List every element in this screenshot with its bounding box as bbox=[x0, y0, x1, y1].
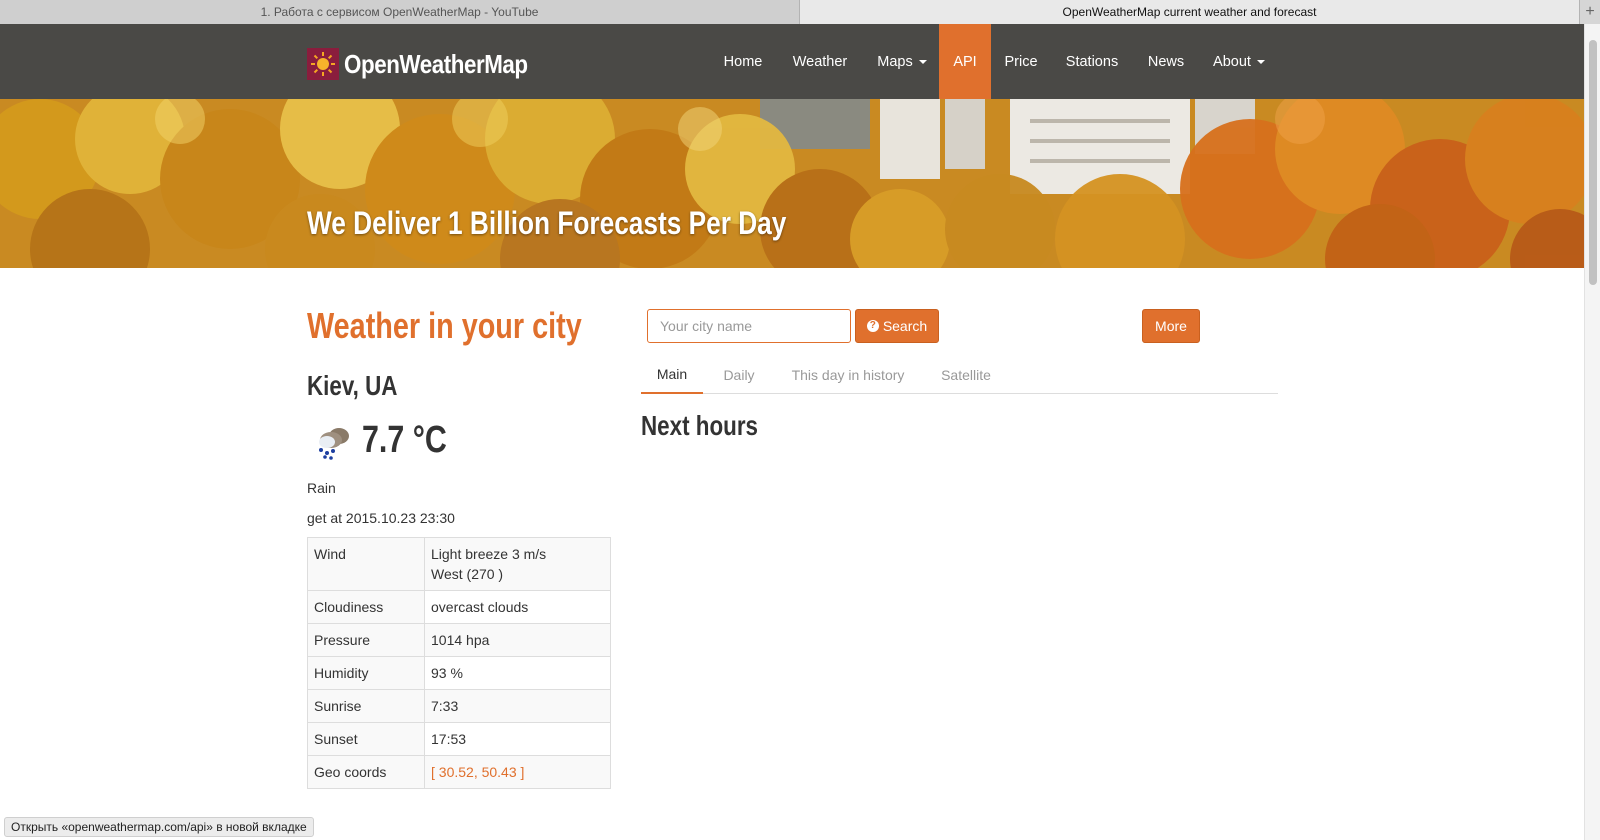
browser-tab-title: 1. Работа с сервисом OpenWeatherMap - Yo… bbox=[260, 5, 539, 19]
navbar: OpenWeatherMap Home Weather Maps API Pri… bbox=[0, 24, 1584, 99]
weather-description: Rain bbox=[307, 480, 336, 496]
table-row: Wind Light breeze 3 m/s West (270 ) bbox=[307, 537, 611, 591]
nav-label: Home bbox=[723, 53, 763, 70]
nav-about[interactable]: About bbox=[1202, 24, 1276, 99]
nav-maps[interactable]: Maps bbox=[866, 24, 938, 99]
table-row: Sunset 17:53 bbox=[307, 722, 611, 756]
nav-label: News bbox=[1147, 53, 1185, 70]
table-row: Geo coords [ 30.52, 50.43 ] bbox=[307, 755, 611, 789]
row-key: Wind bbox=[307, 537, 425, 591]
hero-banner: We Deliver 1 Billion Forecasts Per Day bbox=[0, 99, 1584, 268]
chevron-down-icon bbox=[1256, 59, 1265, 64]
nav-label: Weather bbox=[792, 53, 848, 70]
hero-title: We Deliver 1 Billion Forecasts Per Day bbox=[307, 205, 787, 241]
wind-speed: Light breeze 3 m/s bbox=[431, 546, 547, 562]
tab-label: Daily bbox=[723, 367, 755, 383]
fetched-time: get at 2015.10.23 23:30 bbox=[307, 510, 455, 526]
search-button[interactable]: ? Search bbox=[855, 309, 939, 343]
row-key: Cloudiness bbox=[307, 590, 425, 624]
city-name: Kiev, UA bbox=[307, 370, 398, 401]
nav-label: Maps bbox=[877, 53, 913, 70]
more-button-label: More bbox=[1155, 318, 1187, 334]
brand-name: OpenWeatherMap bbox=[344, 48, 528, 79]
nav-api[interactable]: API bbox=[939, 24, 991, 99]
rain-cloud-icon bbox=[311, 420, 355, 460]
chevron-down-icon bbox=[918, 59, 927, 64]
tab-label: Main bbox=[656, 366, 688, 382]
scrollbar-thumb[interactable] bbox=[1589, 40, 1597, 285]
browser-tab-openweathermap[interactable]: OpenWeatherMap current weather and forec… bbox=[800, 0, 1580, 24]
nav-stations[interactable]: Stations bbox=[1055, 24, 1129, 99]
table-row: Humidity 93 % bbox=[307, 656, 611, 690]
row-value: 17:53 bbox=[424, 722, 611, 756]
row-key: Humidity bbox=[307, 656, 425, 690]
browser-tab-title: OpenWeatherMap current weather and forec… bbox=[1062, 5, 1317, 19]
tab-daily[interactable]: Daily bbox=[709, 356, 769, 394]
forecast-tabs: Main Daily This day in history Satellite bbox=[641, 356, 1278, 394]
sun-icon bbox=[307, 48, 339, 80]
next-hours-heading: Next hours bbox=[641, 410, 758, 441]
nav-label: About bbox=[1213, 53, 1251, 70]
city-search-input[interactable] bbox=[647, 309, 851, 343]
browser-tab-youtube[interactable]: 1. Работа с сервисом OpenWeatherMap - Yo… bbox=[0, 0, 800, 24]
tab-label: This day in history bbox=[791, 367, 905, 383]
weather-heading: Weather in your city bbox=[307, 305, 582, 346]
table-row: Sunrise 7:33 bbox=[307, 689, 611, 723]
table-row: Cloudiness overcast clouds bbox=[307, 590, 611, 624]
browser-tab-strip: 1. Работа с сервисом OpenWeatherMap - Yo… bbox=[0, 0, 1600, 24]
tab-this-day-in-history[interactable]: This day in history bbox=[780, 356, 916, 394]
nav-label: Price bbox=[1004, 53, 1038, 70]
question-circle-icon: ? bbox=[866, 320, 879, 332]
row-value: 93 % bbox=[424, 656, 611, 690]
page-scrollbar[interactable] bbox=[1584, 24, 1600, 840]
nav-weather[interactable]: Weather bbox=[780, 24, 860, 99]
table-row: Pressure 1014 hpa bbox=[307, 623, 611, 657]
row-key: Sunrise bbox=[307, 689, 425, 723]
row-value: overcast clouds bbox=[424, 590, 611, 624]
nav-label: Stations bbox=[1065, 53, 1119, 70]
row-value: 1014 hpa bbox=[424, 623, 611, 657]
temperature: 7.7 °C bbox=[362, 419, 447, 461]
browser-status-bar: Открыть «openweathermap.com/api» в новой… bbox=[4, 817, 314, 837]
tab-main[interactable]: Main bbox=[641, 356, 703, 394]
nav-news[interactable]: News bbox=[1138, 24, 1194, 99]
row-key: Sunset bbox=[307, 722, 425, 756]
tab-satellite[interactable]: Satellite bbox=[925, 356, 1007, 394]
row-key: Pressure bbox=[307, 623, 425, 657]
nav-label: API bbox=[953, 53, 977, 70]
tab-label: Satellite bbox=[941, 367, 991, 383]
row-key: Geo coords bbox=[307, 755, 425, 789]
row-value: 7:33 bbox=[424, 689, 611, 723]
geo-coords-link[interactable]: [ 30.52, 50.43 ] bbox=[424, 755, 611, 789]
search-button-label: Search bbox=[882, 318, 928, 334]
nav-price[interactable]: Price bbox=[996, 24, 1046, 99]
autumn-trees-image bbox=[0, 99, 1584, 268]
row-value: Light breeze 3 m/s West (270 ) bbox=[424, 537, 611, 591]
nav-home[interactable]: Home bbox=[712, 24, 774, 99]
weather-details-table: Wind Light breeze 3 m/s West (270 ) Clou… bbox=[307, 537, 611, 789]
more-button[interactable]: More bbox=[1142, 309, 1200, 343]
new-tab-icon[interactable]: + bbox=[1580, 0, 1600, 24]
wind-direction: West (270 ) bbox=[431, 566, 504, 582]
brand-logo[interactable]: OpenWeatherMap bbox=[307, 48, 558, 80]
